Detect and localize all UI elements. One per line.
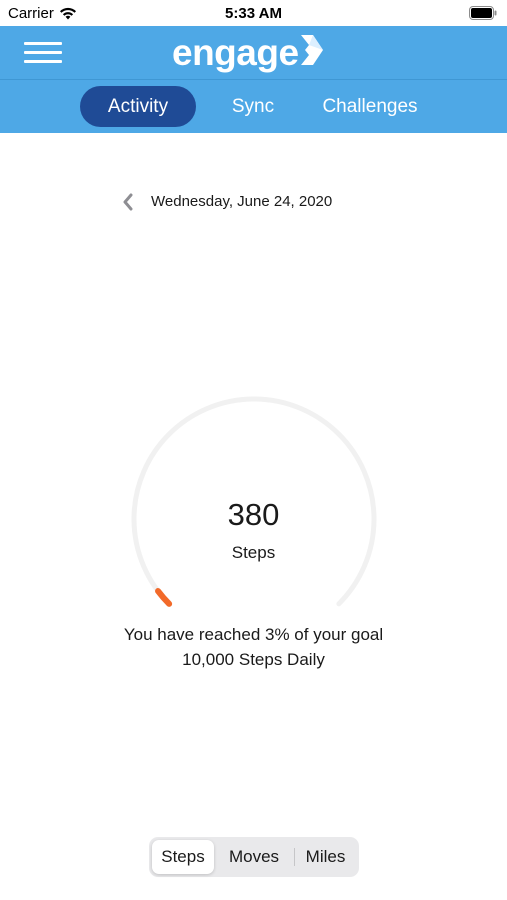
goal-progress-text: You have reached 3% of your goal (123, 625, 384, 644)
current-date: Wednesday, June 24, 2020 (151, 193, 333, 210)
gauge-progress (155, 588, 173, 607)
tab-challenges[interactable]: Challenges (312, 86, 428, 127)
steps-unit-label: Steps (231, 543, 276, 562)
status-time: 5:33 AM (225, 5, 282, 22)
app-header: engage (0, 26, 507, 79)
chevron-left-icon[interactable] (118, 190, 138, 214)
battery-icon (469, 6, 497, 20)
date-navigator: Wednesday, June 24, 2020 (0, 190, 507, 214)
metric-miles-button[interactable]: Miles (295, 840, 356, 874)
tab-activity[interactable]: Activity (80, 86, 196, 127)
logo-chevron-icon (300, 35, 323, 65)
metric-moves-button[interactable]: Moves (216, 840, 292, 874)
metric-steps-button[interactable]: Steps (152, 840, 214, 874)
hamburger-menu-icon[interactable] (24, 40, 62, 66)
tab-sync[interactable]: Sync (218, 86, 288, 127)
status-bar: Carrier 5:33 AM (0, 0, 507, 26)
logo-text: engage (172, 32, 299, 73)
metric-selector: Steps Moves Miles (149, 837, 359, 877)
tab-bar: Activity Sync Challenges (0, 79, 507, 133)
steps-count: 380 (227, 497, 280, 532)
engage-logo: engage (172, 32, 323, 74)
goal-target-text: 10,000 Steps Daily (182, 650, 325, 669)
